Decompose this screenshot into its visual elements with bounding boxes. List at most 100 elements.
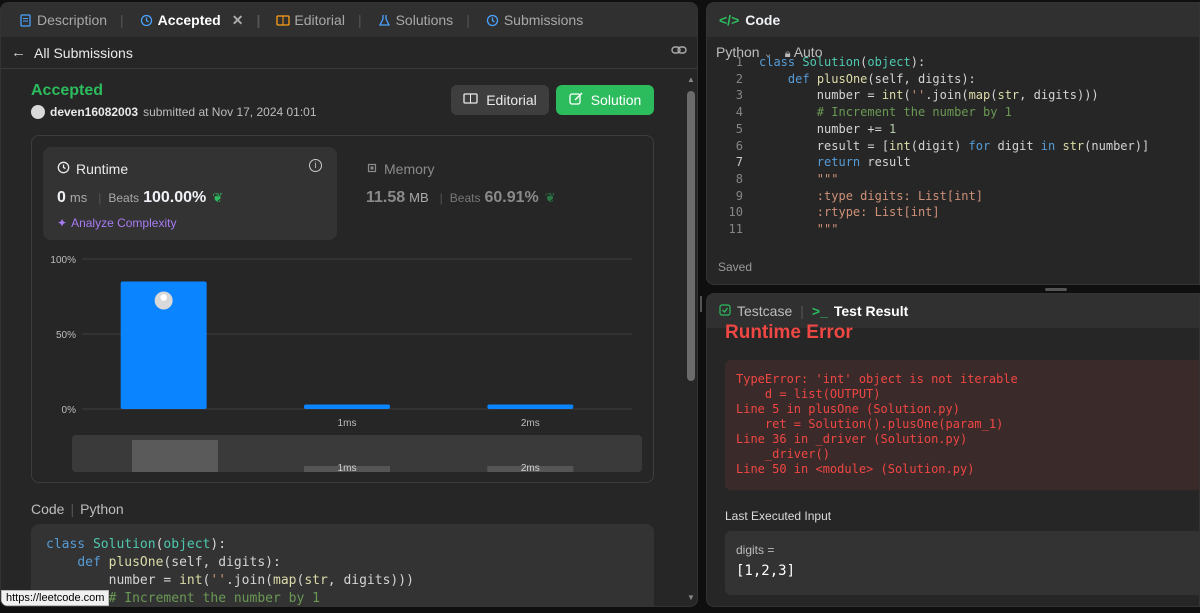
code-panel-header: </> Code [707, 3, 1199, 37]
code-icon: </> [719, 12, 740, 28]
code-line: :type digits: List[int] [816, 188, 983, 203]
submitted-code: class Solution(object): def plusOne(self… [31, 524, 654, 606]
avatar[interactable] [31, 105, 45, 119]
tab-editorial[interactable]: Editorial | [268, 3, 369, 37]
book-icon [276, 14, 291, 27]
y-tick-label: 0% [62, 405, 77, 416]
line-number: 10 [728, 205, 743, 220]
status-url-tooltip: https://leetcode.com [1, 590, 110, 606]
submission-status: Accepted [31, 82, 104, 99]
code-lang: Python [80, 501, 124, 517]
last-input-label: Last Executed Input [725, 509, 832, 523]
tab-label: Description [37, 12, 108, 28]
leaf-icon: ❦ [544, 190, 556, 205]
runtime-stat[interactable]: Runtime i 0 ms | Beats 100.00% ❦ ✦ Analy… [43, 147, 337, 240]
line-number: 4 [735, 105, 743, 120]
code-line: number = int(''.join(map(str, digits))) [759, 88, 1099, 103]
tab-label: Solutions [395, 12, 454, 28]
editorial-button[interactable]: Editorial [451, 85, 549, 115]
close-icon[interactable]: ✕ [232, 12, 244, 29]
code-line: return result [816, 155, 911, 170]
chart-bar [487, 404, 574, 409]
history-icon [140, 14, 153, 27]
tab-description[interactable]: Description | [11, 3, 132, 37]
y-tick-label: 50% [56, 330, 76, 341]
memory-stat[interactable]: Memory 11.58 MB | Beats 60.91% ❦ [352, 147, 556, 240]
back-arrow-icon[interactable]: ← [11, 44, 26, 61]
clock-icon [57, 161, 70, 177]
code-line: """ [816, 171, 839, 186]
scroll-up-icon[interactable]: ▲ [687, 75, 695, 84]
last-input-box: digits = [1,2,3] [725, 531, 1199, 595]
scroll-down-icon[interactable]: ▼ [687, 593, 695, 602]
line-number: 8 [735, 171, 743, 186]
error-title: Runtime Error [725, 322, 853, 343]
code-editor[interactable]: 1 2 3 4 5 6 7 8 9 10 11 class Solution(o… [707, 55, 1199, 250]
runtime-value: 0 [57, 189, 66, 206]
submitter-info: deven16082003 submitted at Nov 17, 2024 … [31, 105, 317, 119]
input-value: [1,2,3] [736, 563, 796, 579]
tab-test-result[interactable]: >_ Test Result [812, 303, 908, 319]
test-result-panel: Testcase | >_ Test Result Runtime Error … [706, 293, 1200, 607]
info-icon[interactable]: i [309, 159, 322, 172]
tab-label: Accepted [157, 12, 221, 28]
line-number: 6 [735, 138, 743, 153]
runtime-beats-value: 100.00% [143, 189, 207, 206]
sparkle-icon: ✦ [57, 216, 68, 230]
history-icon [486, 14, 499, 27]
code-line: # Increment the number by 1 [816, 105, 1012, 120]
solution-button-label: Solution [590, 92, 642, 108]
chart-bar [304, 404, 390, 409]
tab-label: Editorial [294, 12, 345, 28]
x-tick-label: 2ms [521, 418, 540, 429]
performance-card: Runtime i 0 ms | Beats 100.00% ❦ ✦ Analy… [31, 135, 654, 483]
submitted-time: submitted at Nov 17, 2024 01:01 [143, 105, 317, 119]
scrollbar-thumb[interactable] [687, 91, 695, 381]
tab-testcase[interactable]: Testcase [719, 303, 792, 319]
submission-detail: Accepted deven16082003 submitted at Nov … [1, 70, 685, 606]
code-line: def plusOne(self, digits): [787, 71, 976, 86]
line-number: 2 [735, 71, 743, 86]
memory-value: 11.58 [366, 189, 406, 206]
memory-title: Memory [384, 161, 435, 177]
submissions-nav: ← All Submissions [1, 37, 697, 69]
username[interactable]: deven16082003 [50, 105, 138, 119]
y-tick-label: 100% [50, 255, 76, 266]
tab-solutions[interactable]: Solutions | [370, 3, 478, 37]
code-line: number += 1 [759, 121, 897, 136]
left-tab-bar: Description | Accepted ✕ | Editorial | S… [1, 3, 697, 37]
tab-accepted[interactable]: Accepted ✕ | [132, 3, 269, 37]
scrollbar[interactable]: ▲ ▼ [687, 73, 695, 602]
flask-icon [378, 14, 391, 27]
error-traceback: TypeError: 'int' object is not iterable … [725, 360, 1199, 490]
horizontal-resize-handle[interactable] [1045, 288, 1067, 291]
code-editor-panel: </> Code Python ⌄ 🔒︎ Auto 1 2 3 4 5 6 7 … [706, 2, 1200, 285]
checkbox-icon [719, 303, 731, 319]
share-link-icon[interactable] [671, 43, 687, 59]
overview-tick-label: 1ms [338, 463, 357, 474]
tab-submissions[interactable]: Submissions [478, 3, 591, 37]
code-line: class Solution(object): [759, 55, 926, 69]
panel-resize-handle[interactable] [700, 296, 702, 312]
document-icon [19, 13, 32, 27]
code-section-header: Code | Python [31, 501, 124, 517]
editorial-button-label: Editorial [486, 92, 537, 108]
analyze-complexity-link[interactable]: ✦ Analyze Complexity [57, 216, 176, 230]
memory-unit: MB [409, 190, 429, 205]
line-number: 3 [735, 88, 743, 103]
line-number: 7 [735, 155, 743, 170]
runtime-title: Runtime [76, 161, 129, 177]
chip-icon [366, 161, 378, 177]
solution-button[interactable]: Solution [556, 85, 654, 115]
leaf-icon: ❦ [212, 190, 224, 205]
beats-label: Beats [108, 191, 140, 205]
line-number: 11 [728, 222, 743, 236]
line-number: 1 [735, 55, 743, 69]
runtime-distribution-chart: 100% 50% 0% 1ms 2ms 1ms 2ms [50, 255, 642, 474]
book-icon [463, 92, 478, 108]
line-number: 5 [735, 121, 743, 136]
code-line: result = [int(digit) for digit in str(nu… [759, 138, 1150, 153]
terminal-icon: >_ [811, 303, 828, 319]
all-submissions-link[interactable]: All Submissions [34, 45, 133, 61]
overview-selection [132, 440, 218, 472]
